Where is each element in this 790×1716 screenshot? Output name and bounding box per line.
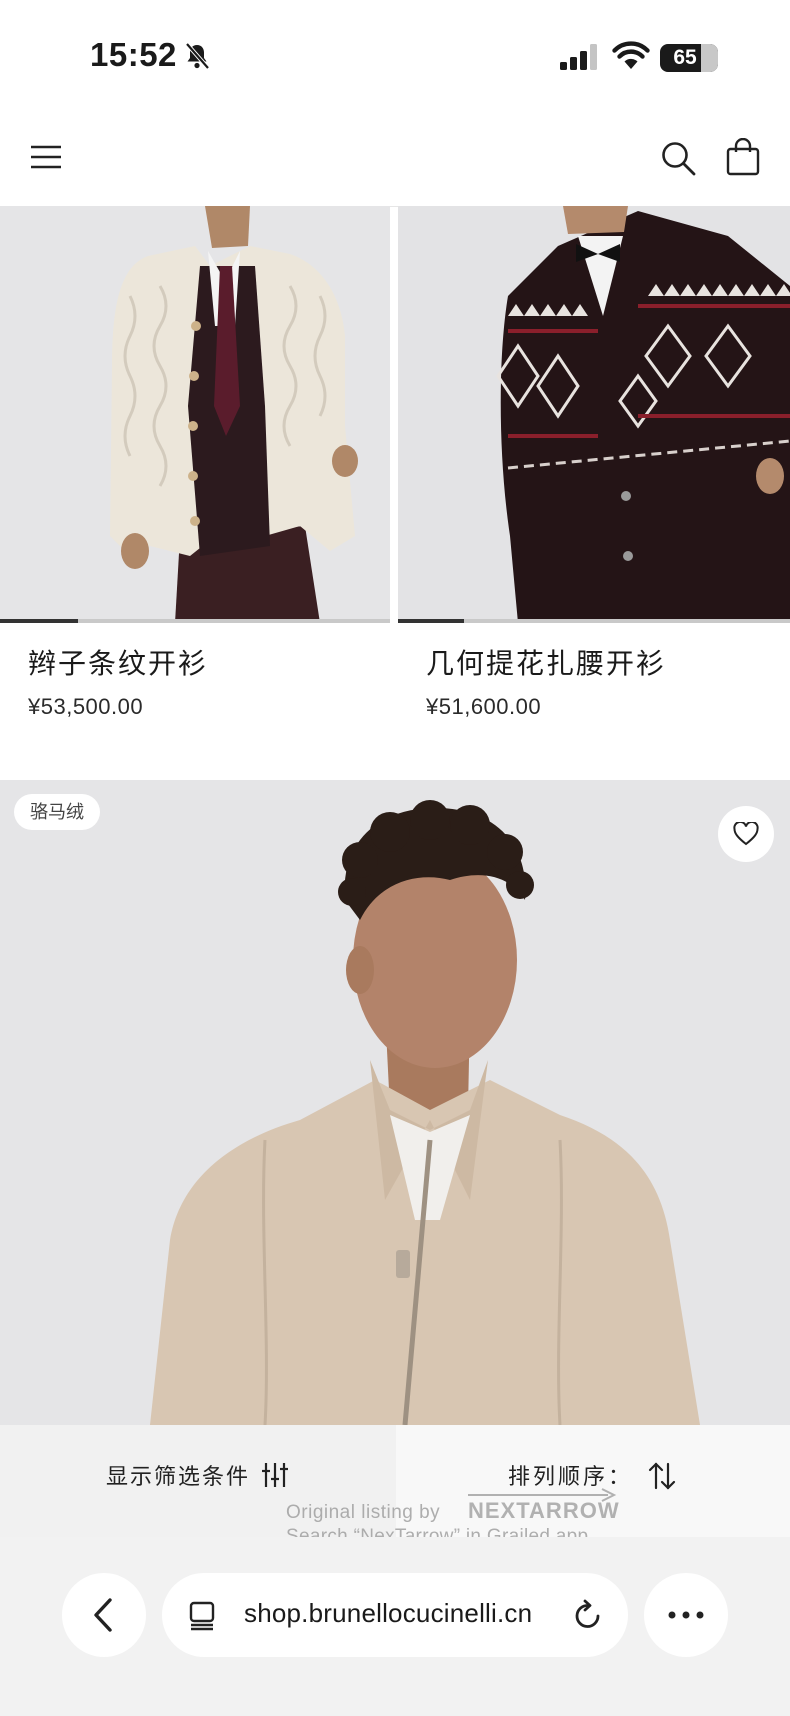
product-price: ¥51,600.00 [426,694,542,719]
product-name[interactable]: 辫子条纹开衫 [28,642,208,682]
search-icon[interactable] [660,140,696,176]
sort-arrows-icon [648,1462,676,1490]
wishlist-button[interactable] [718,806,774,862]
status-time: 15:52 [90,36,177,73]
hamburger-menu-icon[interactable] [30,144,62,170]
back-chevron-icon[interactable] [90,1597,118,1633]
watermark-text: Original listing by [286,1502,441,1523]
back-button[interactable] [62,1573,146,1657]
watermark-brand: NEXTARROW [468,1498,620,1523]
browser-toolbar: shop.brunellocucinelli.cn [0,1537,790,1716]
url-text[interactable]: shop.brunellocucinelli.cn [244,1598,532,1629]
wifi-icon [612,41,650,69]
material-badge: 骆马绒 [14,794,100,830]
carousel-progress [398,619,790,623]
product-image[interactable] [0,206,390,623]
shopping-bag-icon[interactable] [726,138,760,176]
reload-icon[interactable] [572,1599,604,1631]
featured-product-card[interactable]: 骆马绒 [0,780,790,1425]
status-bar: 15:52 65 [0,0,790,110]
heart-icon[interactable] [733,822,759,846]
carousel-progress [0,619,390,623]
tabs-icon[interactable] [188,1601,218,1631]
product-image[interactable] [398,206,790,623]
sliders-icon [262,1463,288,1487]
filter-label: 显示筛选条件 [106,1464,251,1489]
battery-level: 65 [673,46,697,69]
product-card[interactable]: 辫子条纹开衫 ¥53,500.00 [0,206,390,719]
product-name[interactable]: 几何提花扎腰开衫 [426,642,666,682]
site-header [0,110,790,342]
product-price: ¥53,500.00 [28,694,144,719]
address-bar[interactable]: shop.brunellocucinelli.cn [162,1573,628,1657]
battery-icon: 65 [660,44,718,72]
sort-label: 排列顺序： [508,1464,634,1489]
more-button[interactable] [644,1573,728,1657]
more-dots-icon[interactable] [668,1611,704,1619]
product-card[interactable]: 几何提花扎腰开衫 ¥51,600.00 [398,206,790,719]
featured-product-image[interactable] [0,780,790,1425]
bell-slash-icon [185,42,210,70]
cellular-signal-icon [560,44,597,70]
